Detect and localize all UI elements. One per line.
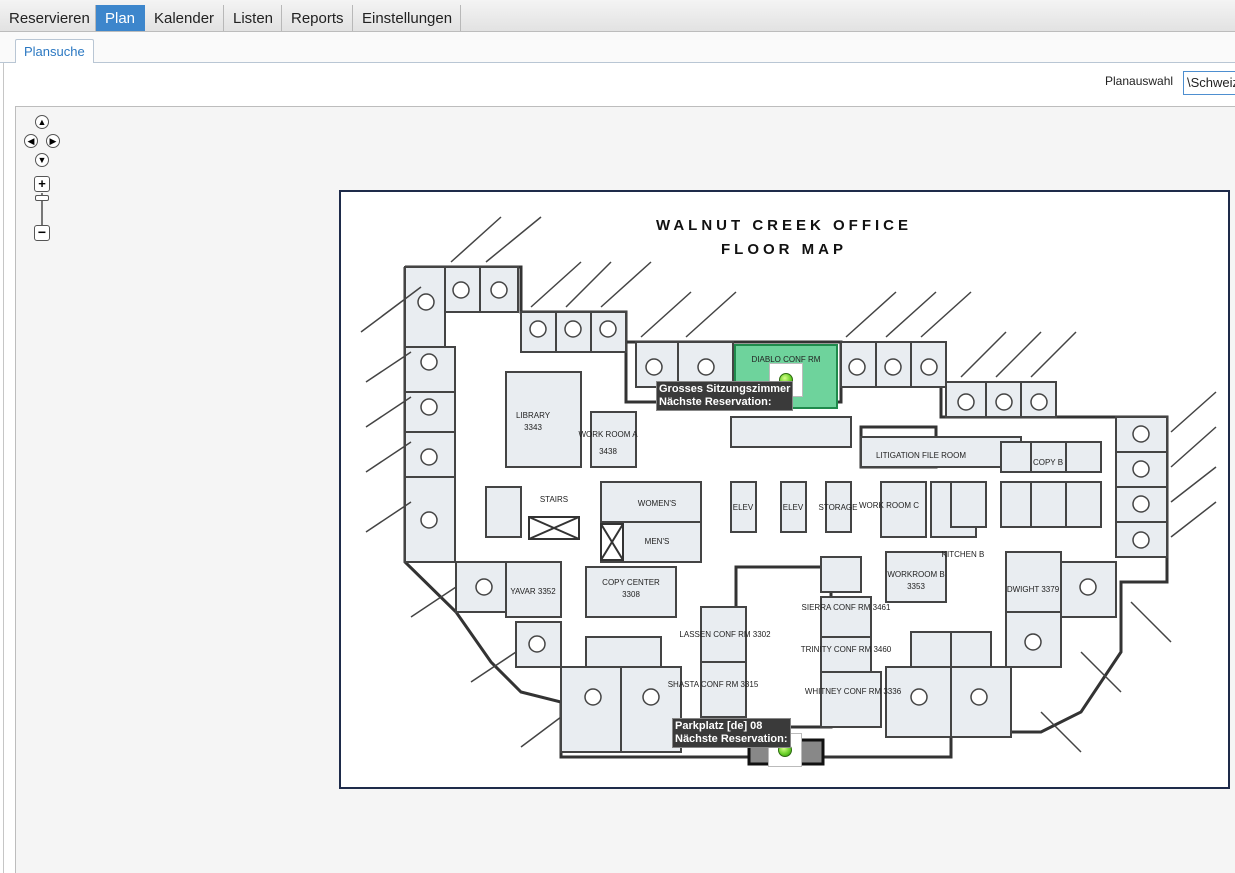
sub-tab-bar: Plansuche <box>0 32 1235 65</box>
room-sierra: SIERRA CONF RM 3461 <box>802 603 891 612</box>
nav-plan[interactable]: Plan <box>96 5 145 31</box>
nav-reports[interactable]: Reports <box>282 5 353 31</box>
room-womens: WOMEN'S <box>638 499 676 508</box>
room-workroom-b-num: 3353 <box>907 582 925 591</box>
room-library-num: 3343 <box>524 423 542 432</box>
nav-kalender[interactable]: Kalender <box>145 5 224 31</box>
pan-control: ▲ ◀ ▶ ▼ <box>24 115 60 169</box>
room-stairs: STAIRS <box>540 495 568 504</box>
room-whitney: WHITNEY CONF RM 3336 <box>805 687 902 696</box>
room-work-a: WORK ROOM A <box>578 430 638 439</box>
room-elev1: ELEV <box>733 503 754 512</box>
map-title-line2: FLOOR MAP <box>721 241 847 258</box>
zoom-out-icon[interactable]: − <box>34 225 50 241</box>
tab-plansuche[interactable]: Plansuche <box>15 39 94 65</box>
room-dwight: DWIGHT 3379 <box>1007 585 1060 594</box>
room-elev2: ELEV <box>783 503 804 512</box>
room-storage: STORAGE <box>819 503 858 512</box>
room-copy-center-num: 3308 <box>622 590 640 599</box>
zoom-slider-handle[interactable] <box>35 195 49 201</box>
nav-listen[interactable]: Listen <box>224 5 282 31</box>
tooltip-room-next: Nächste Reservation: <box>659 396 772 408</box>
nav-einstellungen[interactable]: Einstellungen <box>353 5 461 31</box>
parking-tooltip: Parkplatz [de] 08 Nächste Reservation: <box>672 718 791 748</box>
planauswahl-select[interactable]: \Schweiz <box>1183 71 1235 95</box>
room-library: LIBRARY <box>516 411 551 420</box>
tooltip-room-name: Grosses Sitzungszimmer <box>659 383 791 395</box>
room-kitchen-b: KITCHEN B <box>942 550 985 559</box>
tooltip-parking-name: Parkplatz [de] 08 <box>675 720 763 732</box>
room-lassen: LASSEN CONF RM 3302 <box>679 630 771 639</box>
room-work-c: WORK ROOM C <box>859 501 919 510</box>
pan-down-icon[interactable]: ▼ <box>35 153 49 167</box>
zoom-in-icon[interactable]: + <box>34 176 50 192</box>
planauswahl-label: Planauswahl <box>1105 74 1174 88</box>
room-mens: MEN'S <box>645 537 670 546</box>
zoom-control: + − <box>33 176 51 242</box>
nav-reservieren[interactable]: Reservieren <box>0 5 96 31</box>
main-nav-bar: Reservieren Plan Kalender Listen Reports… <box>0 0 1235 32</box>
room-tooltip: Grosses Sitzungszimmer Nächste Reservati… <box>656 381 794 411</box>
room-copy-center: COPY CENTER <box>602 578 660 587</box>
map-title-line1: WALNUT CREEK OFFICE <box>656 217 912 234</box>
pan-right-icon[interactable]: ▶ <box>46 134 60 148</box>
tooltip-parking-next: Nächste Reservation: <box>675 733 788 745</box>
room-copy-b: COPY B <box>1033 458 1063 467</box>
room-shasta: SHASTA CONF RM 3315 <box>668 680 759 689</box>
room-trinity: TRINITY CONF RM 3460 <box>801 645 892 654</box>
room-work-a-num: 3438 <box>599 447 617 456</box>
pan-up-icon[interactable]: ▲ <box>35 115 49 129</box>
room-workroom-b: WORKROOM B <box>887 570 944 579</box>
room-litigation: LITIGATION FILE ROOM <box>876 451 966 460</box>
pan-left-icon[interactable]: ◀ <box>24 134 38 148</box>
floor-map-image[interactable]: WALNUT CREEK OFFICE FLOOR MAP LIBRARY 33… <box>339 190 1230 789</box>
room-yavar: YAVAR 3352 <box>510 587 556 596</box>
